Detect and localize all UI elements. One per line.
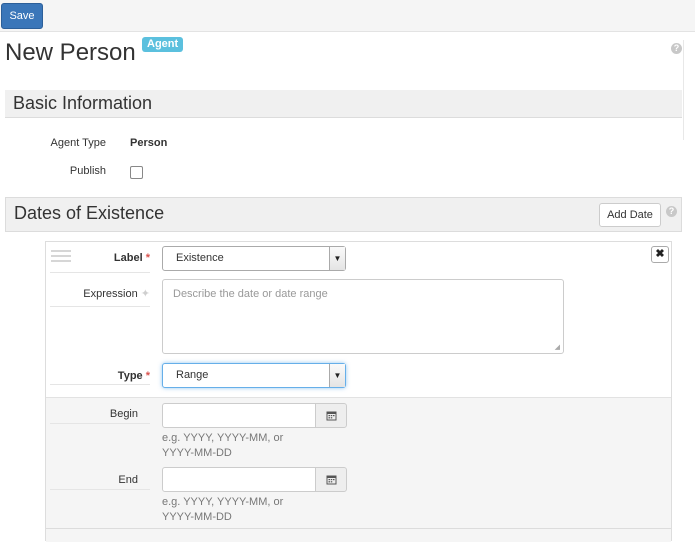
- caret-down-icon: ▼: [329, 364, 345, 387]
- calendar-icon: [326, 411, 336, 421]
- caret-down-icon: ▼: [329, 247, 345, 270]
- divider: [50, 272, 150, 273]
- help-icon[interactable]: ?: [666, 206, 677, 217]
- remove-date-button[interactable]: ✖: [651, 246, 669, 263]
- end-format-hint: e.g. YYYY, YYYY-MM, or YYYY-MM-DD: [162, 496, 284, 523]
- end-date-input[interactable]: [162, 467, 316, 492]
- save-button[interactable]: Save: [1, 3, 43, 29]
- type-field-label: Type *: [117, 370, 150, 382]
- type-select[interactable]: Range ▼: [162, 363, 346, 388]
- agent-type-label: Agent Type: [50, 137, 106, 149]
- divider: [683, 40, 684, 140]
- help-icon[interactable]: ?: [671, 43, 682, 54]
- page-title: New Person: [5, 39, 136, 66]
- add-date-button[interactable]: Add Date: [599, 203, 661, 227]
- divider: [50, 489, 150, 490]
- expression-textarea[interactable]: Describe the date or date range ◢: [162, 279, 564, 354]
- begin-date-input[interactable]: [162, 403, 316, 428]
- begin-format-hint: e.g. YYYY, YYYY-MM, or YYYY-MM-DD: [162, 432, 284, 459]
- label-select[interactable]: Existence ▼: [162, 246, 346, 271]
- section-title: Dates of Existence: [14, 203, 165, 223]
- section-title: Basic Information: [13, 93, 153, 113]
- divider: [50, 423, 150, 424]
- publish-checkbox[interactable]: [130, 166, 143, 179]
- agent-badge: Agent: [142, 37, 184, 52]
- optional-icon: ✦: [140, 288, 150, 300]
- basic-information-header: Basic Information: [5, 90, 682, 118]
- end-field-label: End: [118, 474, 138, 486]
- dates-of-existence-header: Dates of Existence: [5, 197, 682, 232]
- required-icon: *: [145, 370, 150, 382]
- toolbar: Save: [0, 0, 695, 32]
- divider: [50, 306, 150, 307]
- end-calendar-button[interactable]: [315, 467, 347, 492]
- close-icon: ✖: [655, 248, 665, 260]
- divider: [50, 384, 150, 385]
- publish-label: Publish: [69, 165, 106, 177]
- date-range-panel: Begin e.g. YYYY, YYYY-MM, or YYYY-MM-DD …: [46, 397, 671, 542]
- divider: [46, 528, 671, 529]
- begin-calendar-button[interactable]: [315, 403, 347, 428]
- label-field-label: Label *: [113, 252, 150, 264]
- resize-grip-icon[interactable]: ◢: [555, 343, 560, 351]
- date-subform: ✖ Label * Existence ▼ Expression ✦ Descr…: [45, 241, 672, 542]
- begin-field-label: Begin: [109, 408, 138, 420]
- agent-type-value: Person: [130, 137, 168, 149]
- expression-field-label: Expression ✦: [83, 288, 150, 300]
- required-icon: *: [145, 252, 150, 264]
- calendar-icon: [326, 475, 336, 485]
